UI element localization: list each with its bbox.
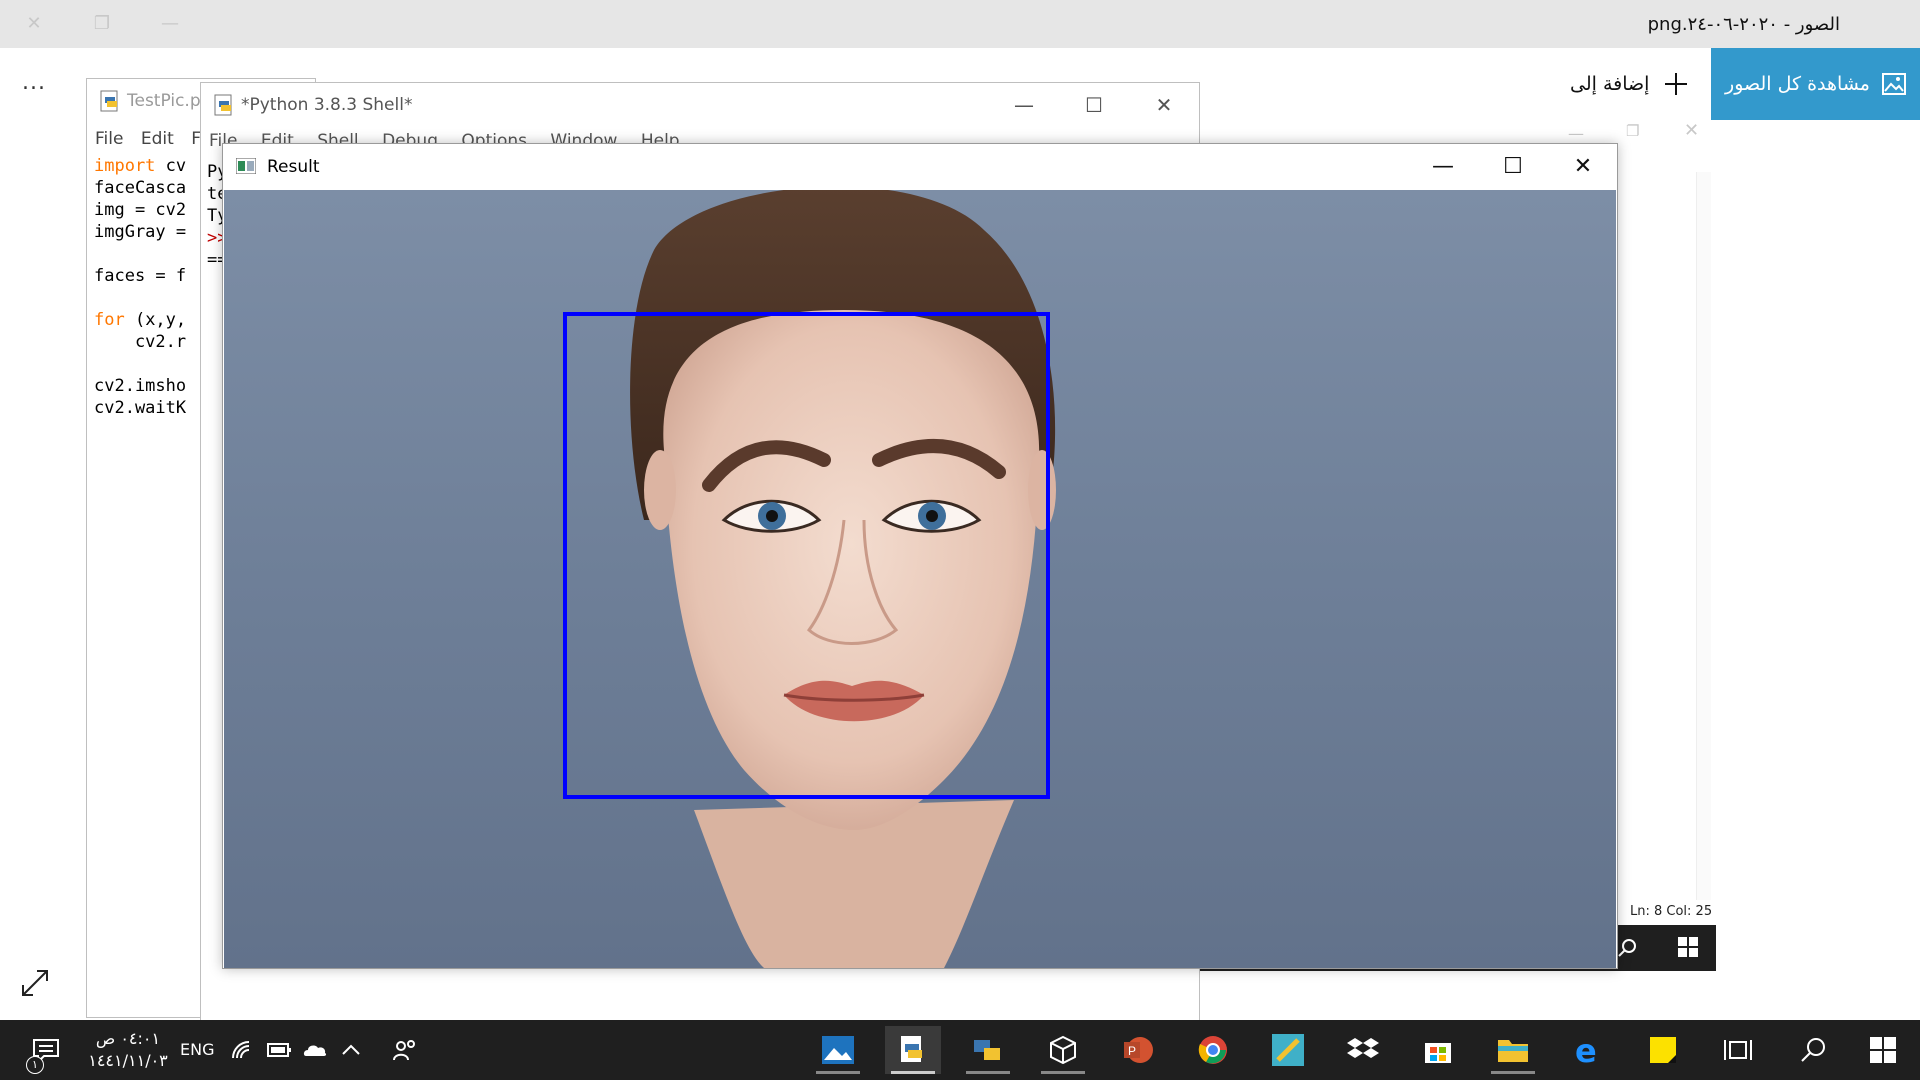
- maximize-icon[interactable]: ☐: [1493, 152, 1533, 182]
- running-indicator: [966, 1071, 1010, 1074]
- clock-time: ٠٤:٠١ ص: [95, 1029, 161, 1048]
- add-to-button[interactable]: إضافة إلى: [1570, 60, 1689, 108]
- python-app-icon: [974, 1040, 1000, 1060]
- result-window: Result — ☐ ✕: [222, 143, 1618, 969]
- code-text: cv2.imsho: [94, 376, 187, 396]
- taskbar-powerpoint[interactable]: P: [1110, 1026, 1166, 1074]
- running-indicator: [891, 1071, 935, 1074]
- store-icon: [1425, 1043, 1451, 1063]
- close-icon[interactable]: ✕: [24, 14, 44, 34]
- chevron-up-icon[interactable]: [338, 1038, 364, 1062]
- code-keyword: import: [94, 156, 156, 176]
- result-title: Result: [267, 157, 320, 177]
- code-text: faceCasca: [94, 178, 187, 198]
- face: [663, 310, 1040, 830]
- plus-icon: [1665, 73, 1688, 95]
- taskbar-3d-viewer[interactable]: [1035, 1026, 1091, 1074]
- taskbar: ١ ٠٤:٠١ ص ١٤٤١/١١/٠٣ ENG P e: [0, 1020, 1920, 1080]
- taskbar-file-explorer[interactable]: [1485, 1026, 1541, 1074]
- python-idle-icon: [901, 1036, 922, 1062]
- svg-text:P: P: [1128, 1044, 1136, 1058]
- photo-icon: [1881, 73, 1906, 95]
- code-text: (x,y,: [124, 310, 187, 330]
- wifi-icon[interactable]: [230, 1038, 256, 1062]
- portrait-photo: [563, 190, 1056, 968]
- start-button[interactable]: [1855, 1026, 1911, 1074]
- cursor-position-status: Ln: 8 Col: 25: [1630, 904, 1713, 919]
- folder-icon: [1498, 1040, 1528, 1062]
- menu-file[interactable]: File: [95, 129, 123, 149]
- chrome-icon: [1198, 1036, 1227, 1064]
- code-text: cv: [155, 156, 187, 176]
- taskbar-edge[interactable]: e: [1560, 1026, 1616, 1074]
- search-icon[interactable]: [1616, 937, 1638, 959]
- taskbar-photos[interactable]: [810, 1026, 866, 1074]
- running-indicator: [1041, 1071, 1085, 1074]
- cube-icon: [1050, 1035, 1076, 1065]
- maximize-icon[interactable]: ☐: [1079, 93, 1109, 117]
- pencil-icon: [1272, 1034, 1304, 1066]
- taskbar-store[interactable]: [1410, 1026, 1466, 1074]
- task-view-icon: [1724, 1040, 1752, 1060]
- clock-date: ١٤٤١/١١/٠٣: [88, 1051, 168, 1070]
- opencv-window-icon: [236, 158, 256, 174]
- close-icon[interactable]: ✕: [1149, 93, 1179, 117]
- people-icon[interactable]: [392, 1038, 418, 1062]
- onedrive-icon[interactable]: [302, 1038, 328, 1062]
- close-icon[interactable]: ✕: [1684, 120, 1699, 141]
- minimize-icon[interactable]: —: [1009, 93, 1039, 117]
- sticky-notes-icon: [1650, 1037, 1676, 1063]
- code-text: img = cv2: [94, 200, 187, 220]
- taskbar-dropbox[interactable]: [1335, 1026, 1391, 1074]
- python-shell-icon: [214, 94, 232, 116]
- view-all-photos-button[interactable]: مشاهدة كل الصور: [1711, 48, 1920, 120]
- windows-icon[interactable]: [1678, 937, 1698, 957]
- photos-window-title: الصور - ٢٠٢٠-٠٦-٢٤.png: [1647, 14, 1840, 35]
- taskbar-chrome[interactable]: [1185, 1026, 1241, 1074]
- expand-icon[interactable]: [20, 968, 50, 998]
- search-icon: [1801, 1038, 1825, 1062]
- clock[interactable]: ٠٤:٠١ ص ١٤٤١/١١/٠٣: [88, 1028, 168, 1072]
- menu-edit[interactable]: Edit: [141, 129, 174, 149]
- dropbox-icon: [1347, 1038, 1379, 1058]
- powerpoint-icon: P: [1124, 1037, 1153, 1063]
- photos-titlebar: ✕ ❐ — الصور - ٢٠٢٠-٠٦-٢٤.png: [0, 0, 1920, 48]
- face-detection-image: [224, 190, 1616, 968]
- view-all-photos-label: مشاهدة كل الصور: [1725, 73, 1870, 95]
- taskbar-pencil-app[interactable]: [1260, 1026, 1316, 1074]
- svg-text:e: e: [1575, 1035, 1597, 1065]
- result-titlebar: Result — ☐ ✕: [223, 144, 1617, 190]
- minimize-icon[interactable]: —: [1423, 152, 1463, 182]
- language-indicator[interactable]: ENG: [180, 1040, 214, 1059]
- close-icon[interactable]: ✕: [1563, 152, 1603, 182]
- minimize-icon[interactable]: —: [1568, 124, 1584, 143]
- more-options-button[interactable]: ...: [22, 70, 46, 95]
- battery-icon[interactable]: [266, 1038, 292, 1062]
- shell-titlebar: *Python 3.8.3 Shell* — ☐ ✕: [201, 83, 1199, 127]
- windows-icon: [1870, 1037, 1896, 1063]
- taskbar-sticky-notes[interactable]: [1635, 1026, 1691, 1074]
- taskbar-task-view[interactable]: [1710, 1026, 1766, 1074]
- code-text: cv2.waitK: [94, 398, 187, 418]
- restore-icon[interactable]: ❐: [92, 14, 112, 34]
- code-text: imgGray =: [94, 222, 187, 242]
- code-text: faces = f: [94, 266, 187, 286]
- taskbar-python-idle[interactable]: [885, 1026, 941, 1074]
- testpic-title: TestPic.py: [127, 91, 211, 111]
- add-to-label: إضافة إلى: [1570, 73, 1650, 95]
- taskbar-python[interactable]: [960, 1026, 1016, 1074]
- running-indicator: [1491, 1071, 1535, 1074]
- photos-app-icon: [822, 1036, 854, 1064]
- running-indicator: [816, 1071, 860, 1074]
- taskbar-search[interactable]: [1785, 1026, 1841, 1074]
- code-keyword: for: [94, 310, 125, 330]
- edge-icon: e: [1575, 1035, 1597, 1065]
- restore-icon[interactable]: ❐: [1626, 122, 1639, 140]
- code-text: cv2.r: [94, 332, 187, 352]
- minimize-icon[interactable]: —: [160, 14, 180, 34]
- notification-badge: ١: [26, 1056, 44, 1074]
- python-file-icon: [100, 90, 118, 112]
- scrollbar[interactable]: [1696, 172, 1711, 900]
- shell-title: *Python 3.8.3 Shell*: [241, 95, 413, 115]
